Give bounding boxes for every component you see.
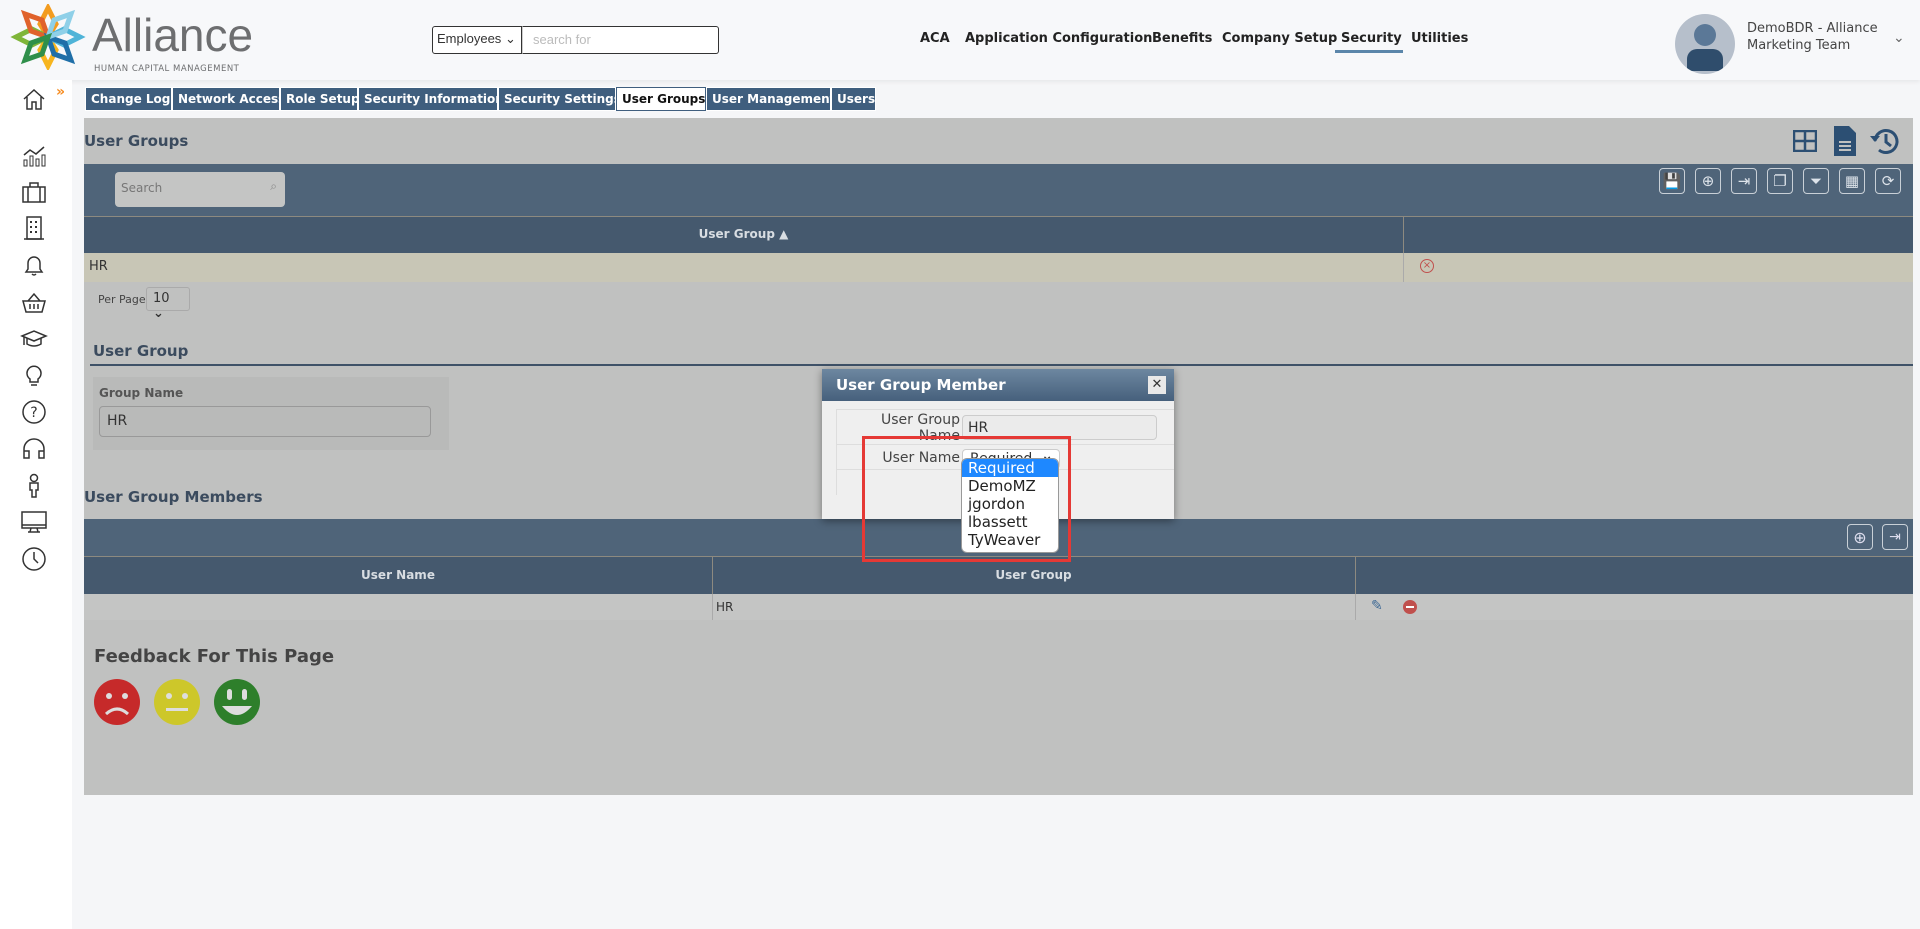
save-icon: 💾 bbox=[1662, 172, 1682, 190]
home-icon[interactable] bbox=[20, 85, 48, 113]
export-button[interactable]: ⇥ bbox=[1731, 168, 1757, 194]
feedback-title: Feedback For This Page bbox=[94, 646, 335, 667]
global-search-input[interactable]: search for bbox=[522, 26, 719, 54]
grid-search-input[interactable]: Search ⌕ bbox=[115, 172, 285, 207]
group-name-label: Group Name bbox=[99, 386, 184, 400]
tab-change-log[interactable]: Change Log bbox=[85, 87, 172, 111]
edit-icon[interactable]: ✎ bbox=[1371, 598, 1383, 614]
tab-role-setup[interactable]: Role Setup bbox=[280, 87, 360, 111]
table-row[interactable]: HR × bbox=[84, 253, 1913, 282]
copy-button[interactable]: ❐ bbox=[1767, 168, 1793, 194]
tab-security-settings[interactable]: Security Settings bbox=[498, 87, 621, 111]
user-group-cell: HR bbox=[716, 600, 734, 614]
user-groups-title: User Groups bbox=[84, 132, 189, 150]
happy-face-icon[interactable] bbox=[214, 679, 260, 725]
dialog-title: User Group Member bbox=[822, 369, 1174, 401]
columns-button[interactable]: ▦ bbox=[1839, 168, 1865, 194]
group-name-box: Group Name HR bbox=[93, 377, 449, 450]
tab-users[interactable]: Users bbox=[831, 87, 876, 111]
chevron-down-icon: ⌄ bbox=[504, 31, 516, 46]
help-icon[interactable]: ? bbox=[20, 398, 48, 426]
search-scope-value: Employees bbox=[437, 31, 502, 46]
filter-button[interactable]: ⏷ bbox=[1803, 168, 1829, 194]
headphones-icon[interactable] bbox=[20, 434, 48, 462]
save-button[interactable]: 💾 bbox=[1659, 168, 1685, 194]
nav-application-configuration[interactable]: Application Configuration bbox=[965, 31, 1152, 46]
neutral-face-icon[interactable] bbox=[154, 679, 200, 725]
graduation-cap-icon[interactable] bbox=[20, 324, 48, 352]
refresh-button[interactable]: ⟳ bbox=[1875, 168, 1901, 194]
briefcase-icon[interactable] bbox=[20, 178, 48, 206]
avatar[interactable] bbox=[1675, 14, 1735, 74]
group-name-input[interactable]: HR bbox=[99, 406, 431, 437]
user-group-section-title: User Group bbox=[93, 342, 189, 360]
export-icon: ⇥ bbox=[1889, 529, 1901, 545]
members-title: User Group Members bbox=[84, 488, 263, 506]
logo-text: Alliance bbox=[92, 9, 254, 61]
delete-icon[interactable]: × bbox=[1420, 259, 1434, 273]
column-header-user-group[interactable]: User Group ▲ bbox=[84, 227, 1403, 241]
add-button[interactable]: ⊕ bbox=[1695, 168, 1721, 194]
document-icon[interactable] bbox=[1834, 126, 1856, 156]
user-name-line2: Marketing Team bbox=[1747, 38, 1851, 53]
svg-text:?: ? bbox=[30, 405, 37, 421]
nav-aca[interactable]: ACA bbox=[920, 31, 950, 46]
close-icon[interactable]: ✕ bbox=[1148, 376, 1166, 394]
chevron-down-icon: ⌄ bbox=[153, 306, 164, 321]
filter-icon: ⏷ bbox=[1809, 172, 1822, 190]
alliance-logo-mark bbox=[10, 4, 86, 70]
top-header: Alliance HUMAN CAPITAL MANAGEMENT Employ… bbox=[0, 0, 1920, 80]
sad-face-icon[interactable] bbox=[94, 679, 140, 725]
lightbulb-icon[interactable] bbox=[20, 361, 48, 389]
remove-icon[interactable] bbox=[1403, 600, 1417, 614]
user-group-cell: HR bbox=[89, 259, 108, 274]
nav-security[interactable]: Security bbox=[1341, 31, 1402, 46]
grid-view-icon[interactable] bbox=[1793, 130, 1817, 152]
column-header-user-group[interactable]: User Group bbox=[712, 568, 1355, 582]
add-member-button[interactable]: ⊕ bbox=[1847, 524, 1873, 550]
person-icon[interactable] bbox=[20, 471, 48, 499]
sidebar: ? bbox=[0, 80, 72, 929]
user-name[interactable]: DemoBDR - Alliance Marketing Team bbox=[1747, 20, 1878, 54]
label-line: User Group bbox=[881, 412, 960, 428]
tab-user-groups[interactable]: User Groups bbox=[616, 87, 706, 111]
column-header-user-name[interactable]: User Name bbox=[84, 568, 712, 582]
search-placeholder: Search bbox=[121, 181, 163, 195]
grid-header: User Group ▲ bbox=[84, 216, 1913, 254]
export-button[interactable]: ⇥ bbox=[1882, 524, 1908, 550]
user-groups-toolbar: Search ⌕ 💾 ⊕ ⇥ ❐ ⏷ ▦ ⟳ bbox=[84, 164, 1913, 216]
history-icon[interactable] bbox=[1869, 126, 1901, 156]
refresh-icon: ⟳ bbox=[1881, 172, 1895, 190]
tab-network-access[interactable]: Network Access bbox=[172, 87, 285, 111]
expand-sidebar-icon[interactable]: » bbox=[56, 84, 65, 100]
bell-icon[interactable] bbox=[20, 251, 48, 279]
nav-utilities[interactable]: Utilities bbox=[1411, 31, 1468, 46]
per-page-label: Per Page bbox=[98, 293, 146, 306]
clock-icon[interactable] bbox=[20, 545, 48, 573]
copy-icon: ❐ bbox=[1773, 172, 1787, 190]
highlight-box bbox=[862, 436, 1071, 562]
building-icon[interactable] bbox=[20, 214, 48, 242]
analytics-icon[interactable] bbox=[20, 141, 48, 169]
search-icon: ⌕ bbox=[270, 179, 277, 193]
feedback-faces bbox=[94, 679, 260, 725]
logo-subtitle: HUMAN CAPITAL MANAGEMENT bbox=[94, 64, 240, 74]
basket-icon[interactable] bbox=[20, 288, 48, 316]
active-nav-underline bbox=[1335, 50, 1403, 53]
columns-icon: ▦ bbox=[1844, 172, 1860, 190]
per-page-value: 10 bbox=[153, 291, 170, 306]
monitor-icon[interactable] bbox=[20, 508, 48, 536]
user-name-line1: DemoBDR - Alliance bbox=[1747, 21, 1878, 36]
tab-security-information[interactable]: Security Information bbox=[358, 87, 504, 111]
table-row[interactable]: HR ✎ bbox=[84, 594, 1913, 620]
per-page-select[interactable]: 10 ⌄ bbox=[146, 287, 190, 321]
nav-company-setup[interactable]: Company Setup bbox=[1222, 31, 1337, 46]
nav-benefits[interactable]: Benefits bbox=[1152, 31, 1212, 46]
add-icon: ⊕ bbox=[1701, 172, 1715, 190]
tab-user-management[interactable]: User Management bbox=[706, 87, 835, 111]
search-scope-select[interactable]: Employees ⌄ bbox=[432, 26, 522, 54]
export-icon: ⇥ bbox=[1737, 172, 1751, 190]
plus-circle-icon: ⊕ bbox=[1853, 527, 1867, 547]
chevron-down-icon[interactable]: ⌄ bbox=[1893, 30, 1905, 46]
